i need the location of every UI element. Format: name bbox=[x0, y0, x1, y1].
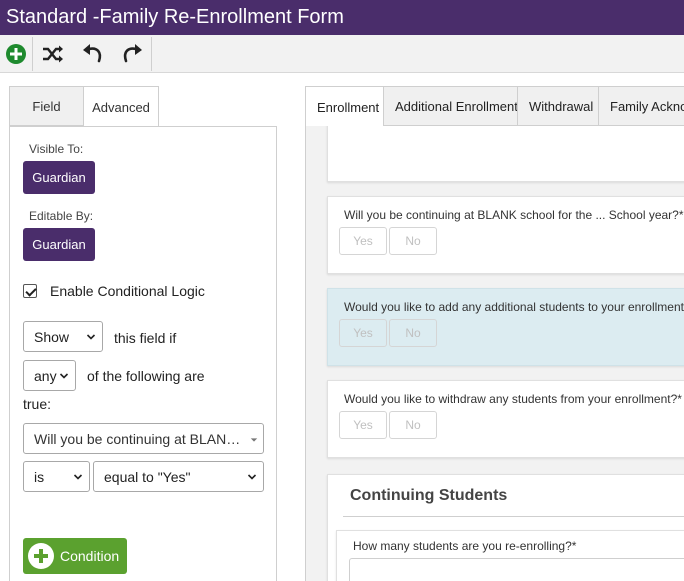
condition-operator-select[interactable]: is bbox=[23, 461, 90, 492]
caret-down-icon bbox=[250, 438, 258, 442]
chevron-down-icon bbox=[73, 474, 83, 480]
plus-circle-icon bbox=[5, 43, 26, 64]
quantifier-suffix: of the following are bbox=[87, 368, 205, 384]
chevron-down-icon bbox=[86, 334, 96, 340]
section-title: Continuing Students bbox=[350, 487, 508, 504]
tab-additional-enrollment[interactable]: Additional Enrollment bbox=[384, 87, 518, 126]
visible-to-badge[interactable]: Guardian bbox=[23, 161, 95, 194]
add-field-button[interactable] bbox=[0, 35, 31, 72]
question-text: How many students are you re-enrolling?* bbox=[353, 539, 577, 553]
no-option[interactable]: No bbox=[389, 319, 437, 347]
question-card-continuing[interactable]: Will you be continuing at BLANK school f… bbox=[327, 196, 684, 274]
no-option[interactable]: No bbox=[389, 411, 437, 439]
form-page-tabs: Enrollment Additional Enrollment Withdra… bbox=[305, 86, 684, 128]
section-divider bbox=[343, 516, 684, 517]
visible-to-label: Visible To: bbox=[29, 142, 84, 156]
question-text: Would you like to withdraw any students … bbox=[344, 392, 682, 406]
shuffle-icon bbox=[43, 45, 63, 62]
condition-value-select[interactable]: equal to "Yes" bbox=[93, 461, 264, 492]
question-text: Would you like to add any additional stu… bbox=[344, 300, 684, 314]
chevron-down-icon bbox=[247, 474, 257, 480]
shuffle-button[interactable] bbox=[34, 35, 72, 72]
question-card-add-students[interactable]: Would you like to add any additional stu… bbox=[327, 288, 684, 366]
section-card-continuing-students[interactable]: Continuing Students How many students ar… bbox=[327, 474, 684, 581]
form-field-card[interactable] bbox=[327, 126, 684, 182]
editable-by-badge[interactable]: Guardian bbox=[23, 228, 95, 261]
tab-field[interactable]: Field bbox=[9, 86, 84, 126]
toolbar bbox=[0, 35, 684, 73]
advanced-settings-panel bbox=[9, 126, 277, 581]
condition-value-text: equal to "Yes" bbox=[104, 468, 191, 485]
conditional-logic-label: Enable Conditional Logic bbox=[50, 283, 205, 299]
quantifier-select[interactable]: any bbox=[23, 360, 76, 391]
action-suffix: this field if bbox=[114, 330, 177, 346]
question-card-withdraw[interactable]: Would you like to withdraw any students … bbox=[327, 380, 684, 458]
condition-field-select[interactable]: Will you be continuing at BLAN… bbox=[23, 423, 264, 454]
tab-enrollment[interactable]: Enrollment bbox=[306, 87, 384, 128]
true-label: true: bbox=[23, 396, 52, 412]
form-canvas: Will you be continuing at BLANK school f… bbox=[305, 126, 684, 581]
redo-button[interactable] bbox=[114, 35, 150, 72]
conditional-logic-checkbox[interactable] bbox=[23, 284, 37, 298]
yes-option[interactable]: Yes bbox=[339, 227, 387, 255]
question-card-student-count[interactable]: How many students are you re-enrolling?* bbox=[336, 530, 684, 581]
student-count-input[interactable] bbox=[349, 558, 684, 581]
question-text: Will you be continuing at BLANK school f… bbox=[344, 208, 684, 222]
plus-circle-icon bbox=[28, 543, 54, 569]
yes-option[interactable]: Yes bbox=[339, 411, 387, 439]
action-select[interactable]: Show bbox=[23, 321, 103, 352]
yes-option[interactable]: Yes bbox=[339, 319, 387, 347]
chevron-down-icon bbox=[59, 373, 69, 379]
undo-icon bbox=[83, 43, 102, 62]
add-condition-button[interactable]: Condition bbox=[23, 538, 127, 574]
no-option[interactable]: No bbox=[389, 227, 437, 255]
quantifier-select-value: any bbox=[34, 367, 57, 384]
add-condition-label: Condition bbox=[60, 548, 120, 564]
tab-withdrawal[interactable]: Withdrawal bbox=[518, 87, 599, 126]
tab-advanced[interactable]: Advanced bbox=[83, 86, 159, 127]
condition-field-value: Will you be continuing at BLAN… bbox=[34, 430, 241, 447]
tab-family-acknowledgement[interactable]: Family Acknow bbox=[599, 87, 684, 126]
redo-icon bbox=[123, 43, 142, 62]
undo-button[interactable] bbox=[76, 35, 110, 72]
window-title: Standard -Family Re-Enrollment Form bbox=[0, 0, 684, 35]
editable-by-label: Editable By: bbox=[29, 209, 94, 223]
condition-operator-value: is bbox=[34, 468, 45, 485]
action-select-value: Show bbox=[34, 328, 70, 345]
